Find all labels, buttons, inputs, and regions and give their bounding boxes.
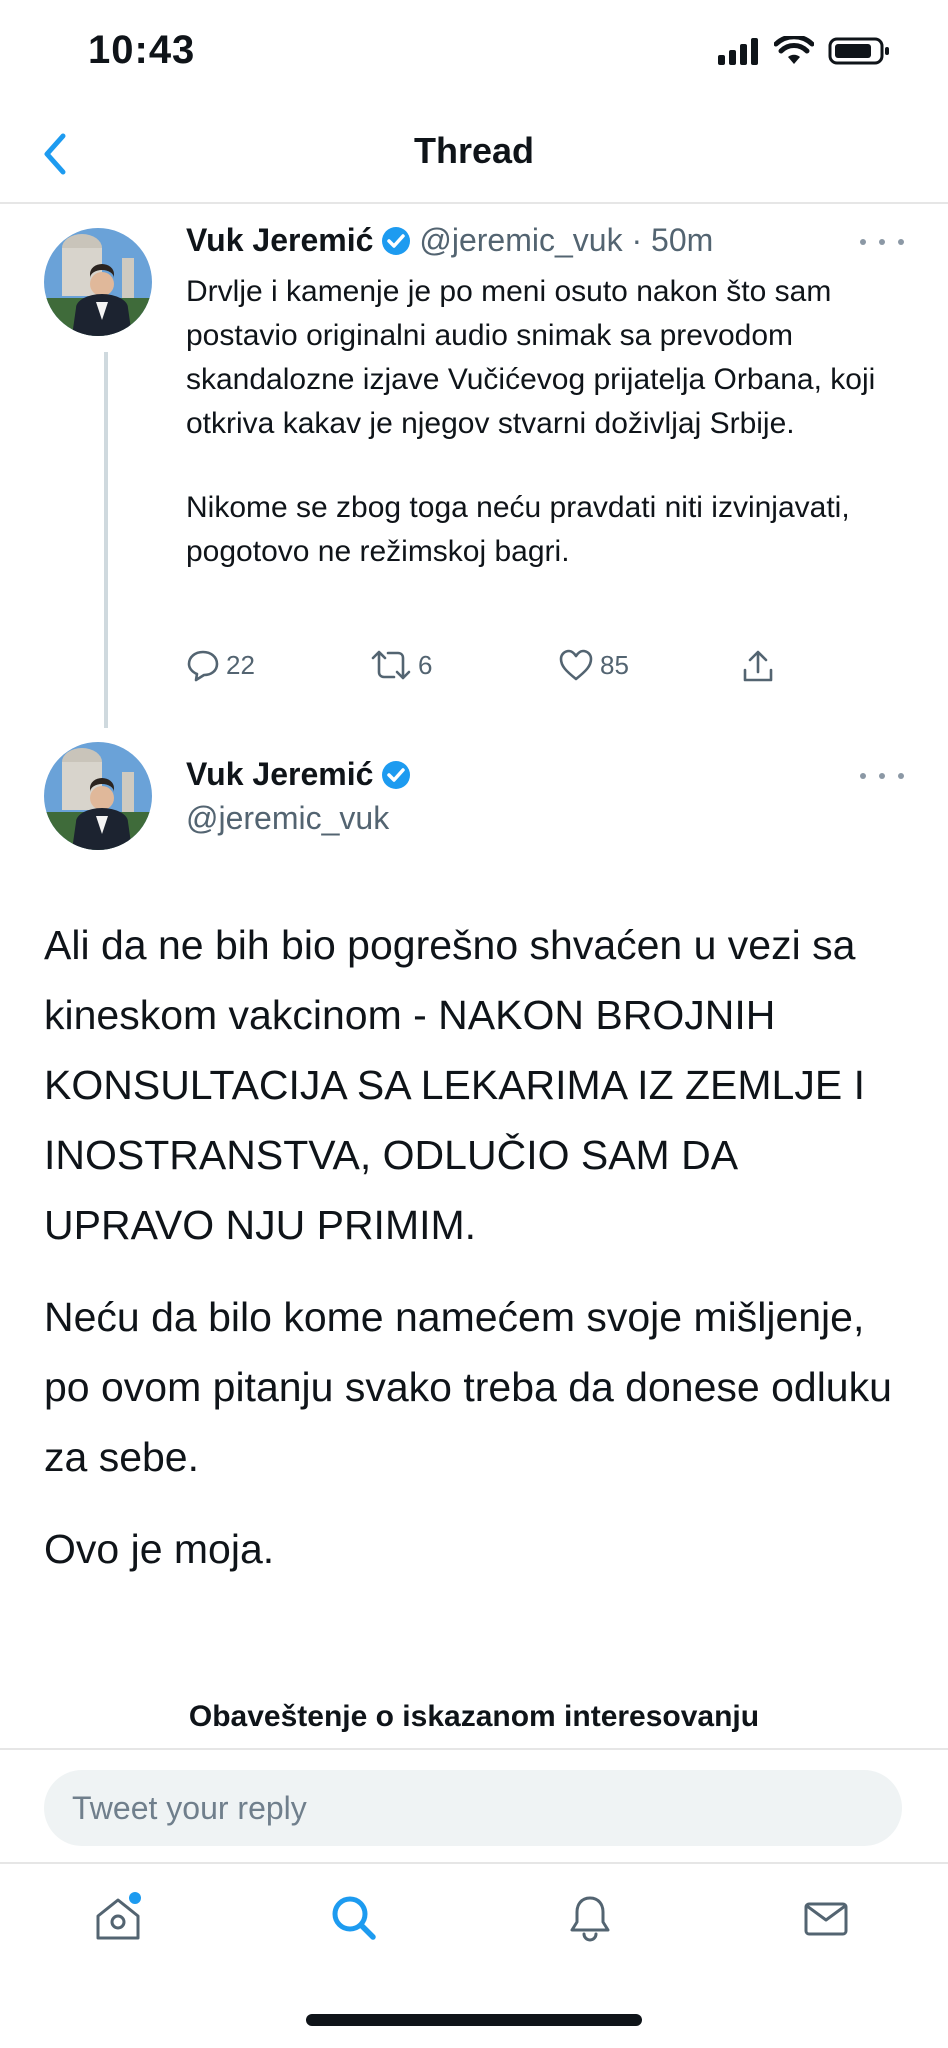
reply-icon	[187, 650, 219, 682]
verified-badge-icon	[382, 226, 411, 255]
reply-button[interactable]: 22	[186, 648, 255, 682]
avatar-image	[44, 742, 152, 850]
divider	[0, 1748, 948, 1750]
tweet2-paragraph: Neću da bilo kome namećem svoje mišljenj…	[44, 1294, 892, 1480]
author-handle[interactable]: @jeremic_vuk	[186, 800, 389, 837]
author-handle-time: @jeremic_vuk · 50m	[419, 222, 714, 258]
wifi-icon	[774, 36, 814, 64]
tweet2-header: Vuk Jeremić	[186, 756, 411, 793]
nav-search[interactable]	[322, 1886, 386, 1950]
like-count: 85	[600, 649, 629, 680]
retweet-button[interactable]: 6	[370, 648, 432, 682]
bell-icon	[570, 1896, 610, 1942]
heart-icon	[559, 649, 593, 681]
nav-messages[interactable]	[794, 1886, 858, 1950]
author-name[interactable]: Vuk Jeremić	[186, 222, 373, 259]
verified-badge-icon	[382, 760, 411, 789]
reply-count: 22	[226, 649, 255, 680]
thread-header: Thread	[0, 110, 948, 204]
tweet1-text: Drvlje i kamenje je po meni osuto nakon …	[186, 270, 886, 574]
avatar-image	[44, 228, 152, 336]
tweet2-text: Ali da ne bih bio pogrešno shvaćen u vez…	[44, 910, 914, 1584]
more-options-icon[interactable]	[860, 232, 904, 252]
nav-notifications[interactable]	[558, 1886, 622, 1950]
tweet-actions: 22 6 85	[186, 648, 786, 692]
tweet1-paragraph: Drvlje i kamenje je po meni osuto nakon …	[186, 275, 876, 440]
share-icon	[743, 650, 773, 682]
page-title: Thread	[413, 130, 535, 171]
search-icon	[332, 1896, 376, 1940]
status-bar: 10:43	[0, 0, 948, 110]
tweet2-paragraph: Ovo je moja.	[44, 1526, 275, 1572]
tweet1-header: Vuk Jeremić @jeremic_vuk · 50m	[186, 222, 713, 259]
tweet1-paragraph: Nikome se zbog toga neću pravdati niti i…	[186, 491, 850, 568]
like-button[interactable]: 85	[558, 648, 629, 682]
retweet-count: 6	[418, 649, 433, 680]
avatar[interactable]	[44, 228, 152, 336]
tweet2-paragraph: Ali da ne bih bio pogrešno shvaćen u vez…	[44, 922, 865, 1248]
more-options-icon[interactable]	[860, 766, 904, 786]
share-button[interactable]	[740, 648, 776, 684]
signal-icon	[718, 38, 758, 65]
author-name[interactable]: Vuk Jeremić	[186, 756, 373, 793]
home-indicator	[306, 2014, 642, 2026]
bottom-nav	[0, 1864, 948, 1974]
mail-icon	[804, 1902, 848, 1936]
avatar[interactable]	[44, 742, 152, 850]
reply-input[interactable]	[44, 1770, 902, 1846]
thread-connector	[104, 352, 108, 728]
status-icons	[718, 36, 890, 66]
home-icon	[96, 1892, 141, 1940]
retweet-icon	[371, 650, 411, 680]
battery-icon	[828, 37, 889, 65]
nav-home[interactable]	[86, 1886, 150, 1950]
notice-link[interactable]: Obaveštenje o iskazanom interesovanju	[0, 1700, 948, 1734]
status-time: 10:43	[88, 28, 196, 72]
